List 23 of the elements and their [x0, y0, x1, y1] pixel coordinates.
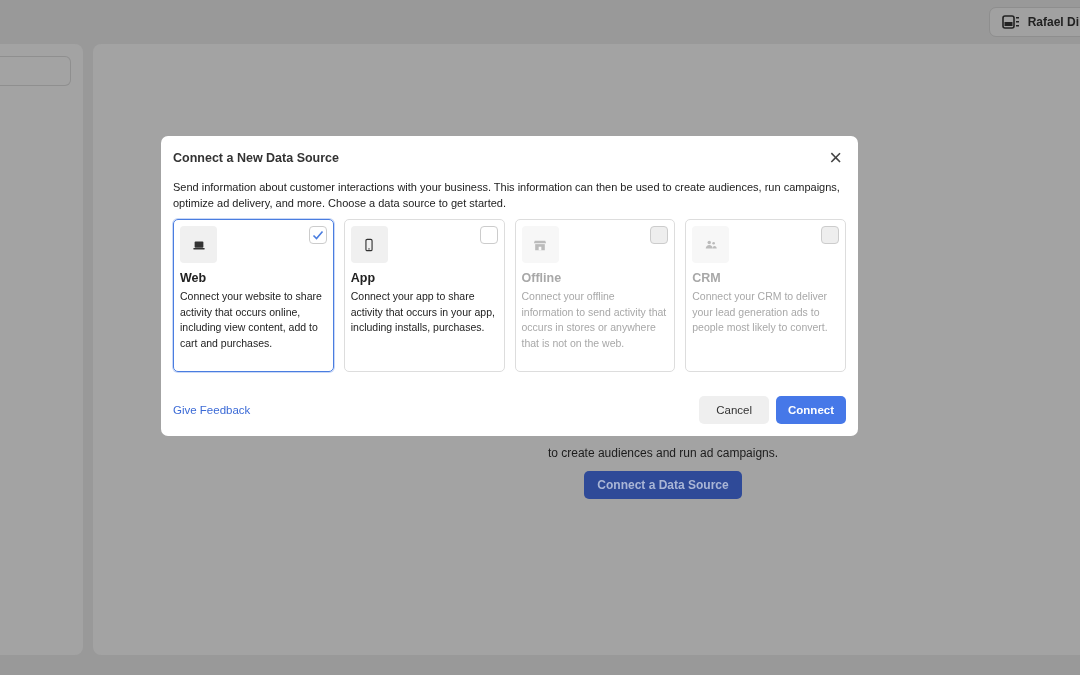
card-description: Connect your website to share activity that occurs online, including view content, add to cart and purchases.: [180, 289, 323, 351]
dialog-title: Connect a New Data Source: [173, 151, 339, 165]
card-description: Connect your CRM to deliver your lead generation ads to people most likely to convert.: [692, 289, 829, 335]
card-title: Web: [180, 271, 208, 285]
description-text: to create audiences and run ad campaigns.: [547, 445, 779, 461]
dialog-intro-text: Send information about customer interactions with your business. This information can then be used to create audiences, run campaigns, optimize ad delivery, and more. Choose a data source to get started.: [173, 180, 841, 211]
connect-data-source-button[interactable]: Connect a Data Source: [584, 471, 742, 499]
page-icon: [1001, 15, 1020, 29]
give-feedback-link[interactable]: Give Feedback: [173, 404, 251, 416]
card-description: Connect your app to share activity that occurs in your app, including installs, purchases.: [350, 289, 496, 335]
connect-button[interactable]: Connect: [776, 396, 846, 424]
card-title: App: [350, 271, 377, 285]
card-title: CRM: [692, 271, 722, 285]
check-icon: [310, 228, 325, 242]
data-source-card[interactable]: App Connect your app to share activity that occurs in your app, including installs, purchases.: [343, 219, 505, 372]
checkbox[interactable]: [479, 226, 498, 244]
card-title: Offline: [521, 271, 563, 285]
card-description: Connect your offline information to send activity that occurs in stores or anywhere that is not on the web.: [521, 289, 668, 351]
checkbox[interactable]: [308, 226, 327, 244]
close-button[interactable]: ×: [825, 150, 846, 166]
account-button[interactable]: Rafael Di: [988, 7, 1080, 37]
data-source-card[interactable]: Web Connect your website to share activity that occurs online, including view content, add to cart and purchases.: [173, 219, 334, 372]
cancel-button[interactable]: Cancel: [699, 396, 769, 424]
